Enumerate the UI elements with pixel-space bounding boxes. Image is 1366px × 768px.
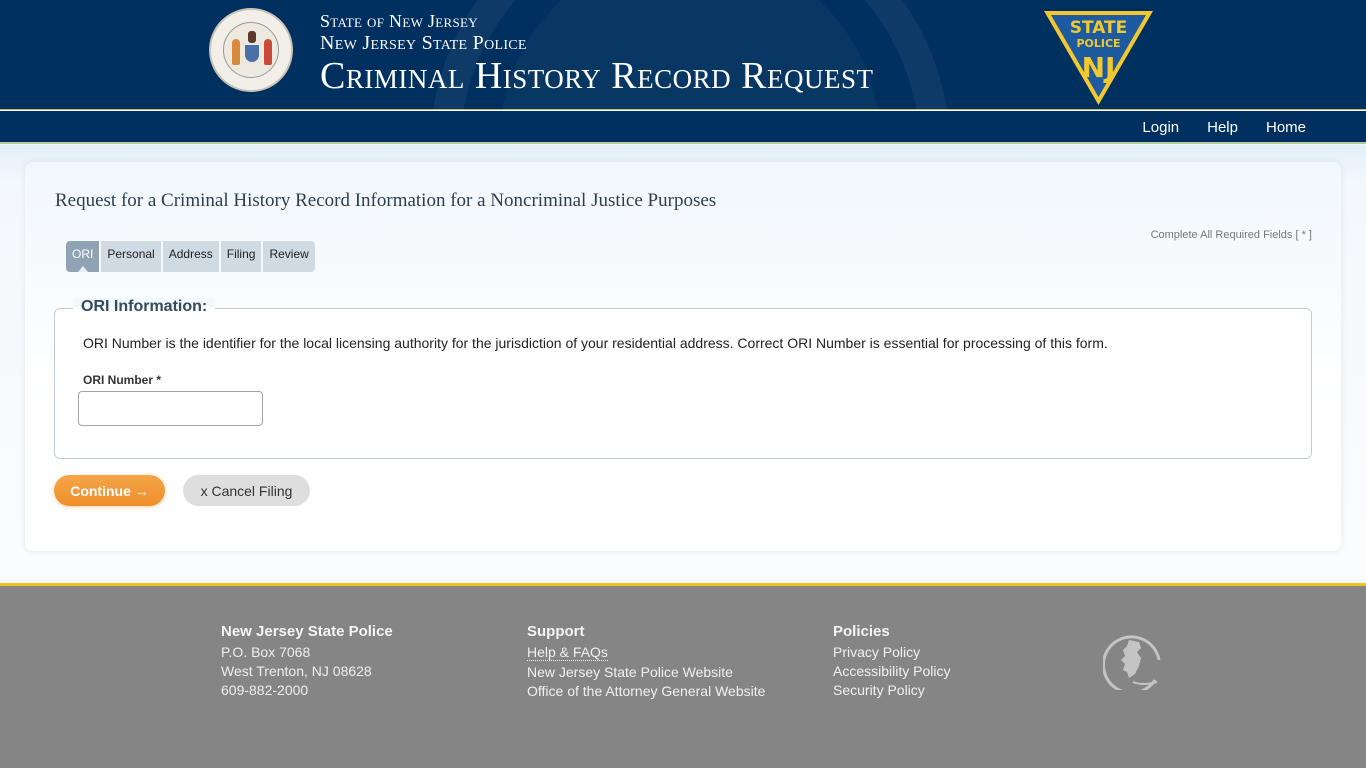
footer-accessibility-policy-link[interactable]: Accessibility Policy	[833, 662, 950, 681]
badge-text-state: STATE	[1070, 18, 1128, 38]
required-fields-note: Complete All Required Fields [ * ]	[1150, 229, 1312, 241]
site-header: State of New Jersey New Jersey State Pol…	[0, 0, 1366, 110]
page-heading: Request for a Criminal History Record In…	[55, 190, 717, 211]
nav-login-link[interactable]: Login	[1142, 119, 1179, 136]
header-agency-name: New Jersey State Police	[320, 32, 527, 54]
header-title-block: State of New Jersey New Jersey State Pol…	[320, 11, 874, 96]
badge-text-nj: NJ	[1082, 51, 1116, 84]
section-legend: ORI Information:	[73, 298, 216, 316]
nav-links: Login Help Home	[1114, 111, 1306, 144]
footer-support-column: Support Help & FAQs New Jersey State Pol…	[527, 622, 765, 701]
nav-help-link[interactable]: Help	[1207, 119, 1238, 136]
continue-button[interactable]: Continue →	[54, 475, 165, 506]
badge-text-police: POLICE	[1076, 37, 1120, 50]
nav-home-link[interactable]: Home	[1266, 119, 1306, 136]
ori-description: ORI Number is the identifier for the loc…	[83, 335, 1108, 351]
footer-security-policy-link[interactable]: Security Policy	[833, 681, 950, 700]
header-state-name: State of New Jersey	[320, 11, 478, 31]
nj-state-seal-icon	[209, 8, 293, 92]
footer-privacy-policy-link[interactable]: Privacy Policy	[833, 643, 950, 662]
footer-phone: 609-882-2000	[221, 682, 309, 698]
step-tabs: ORI Personal Address Filing Review	[66, 241, 315, 272]
page-app-title: Criminal History Record Request	[320, 55, 874, 97]
ori-number-label: ORI Number *	[83, 373, 162, 387]
footer-njsp-website-link[interactable]: New Jersey State Police Website	[527, 663, 765, 682]
tab-review[interactable]: Review	[263, 241, 315, 272]
tab-filing[interactable]: Filing	[220, 241, 262, 272]
ori-number-input[interactable]	[78, 391, 263, 426]
tab-address[interactable]: Address	[162, 241, 219, 272]
footer-policies-title: Policies	[833, 623, 890, 640]
footer-org-title: New Jersey State Police	[221, 623, 393, 640]
form-card: Request for a Criminal History Record In…	[25, 162, 1341, 551]
cancel-filing-button[interactable]: x Cancel Filing	[183, 475, 310, 506]
footer-support-title: Support	[527, 623, 585, 640]
tab-ori[interactable]: ORI	[66, 241, 100, 272]
footer-city: West Trenton, NJ 08628	[221, 663, 372, 679]
top-navbar: Login Help Home	[0, 111, 1366, 144]
footer-policies-column: Policies Privacy Policy Accessibility Po…	[833, 622, 950, 700]
ori-information-section: ORI Information: ORI Number is the ident…	[54, 298, 1312, 459]
footer-org-column: New Jersey State Police P.O. Box 7068 We…	[221, 622, 393, 700]
nj-state-logo-icon[interactable]	[1103, 630, 1163, 690]
state-police-badge-icon: STATE POLICE NJ	[1044, 11, 1153, 105]
footer-ag-website-link[interactable]: Office of the Attorney General Website	[527, 682, 765, 701]
footer-po-box: P.O. Box 7068	[221, 644, 311, 660]
tab-personal[interactable]: Personal	[101, 241, 161, 272]
site-footer: New Jersey State Police P.O. Box 7068 We…	[0, 583, 1366, 768]
footer-help-faqs-link[interactable]: Help & FAQs	[527, 644, 608, 661]
